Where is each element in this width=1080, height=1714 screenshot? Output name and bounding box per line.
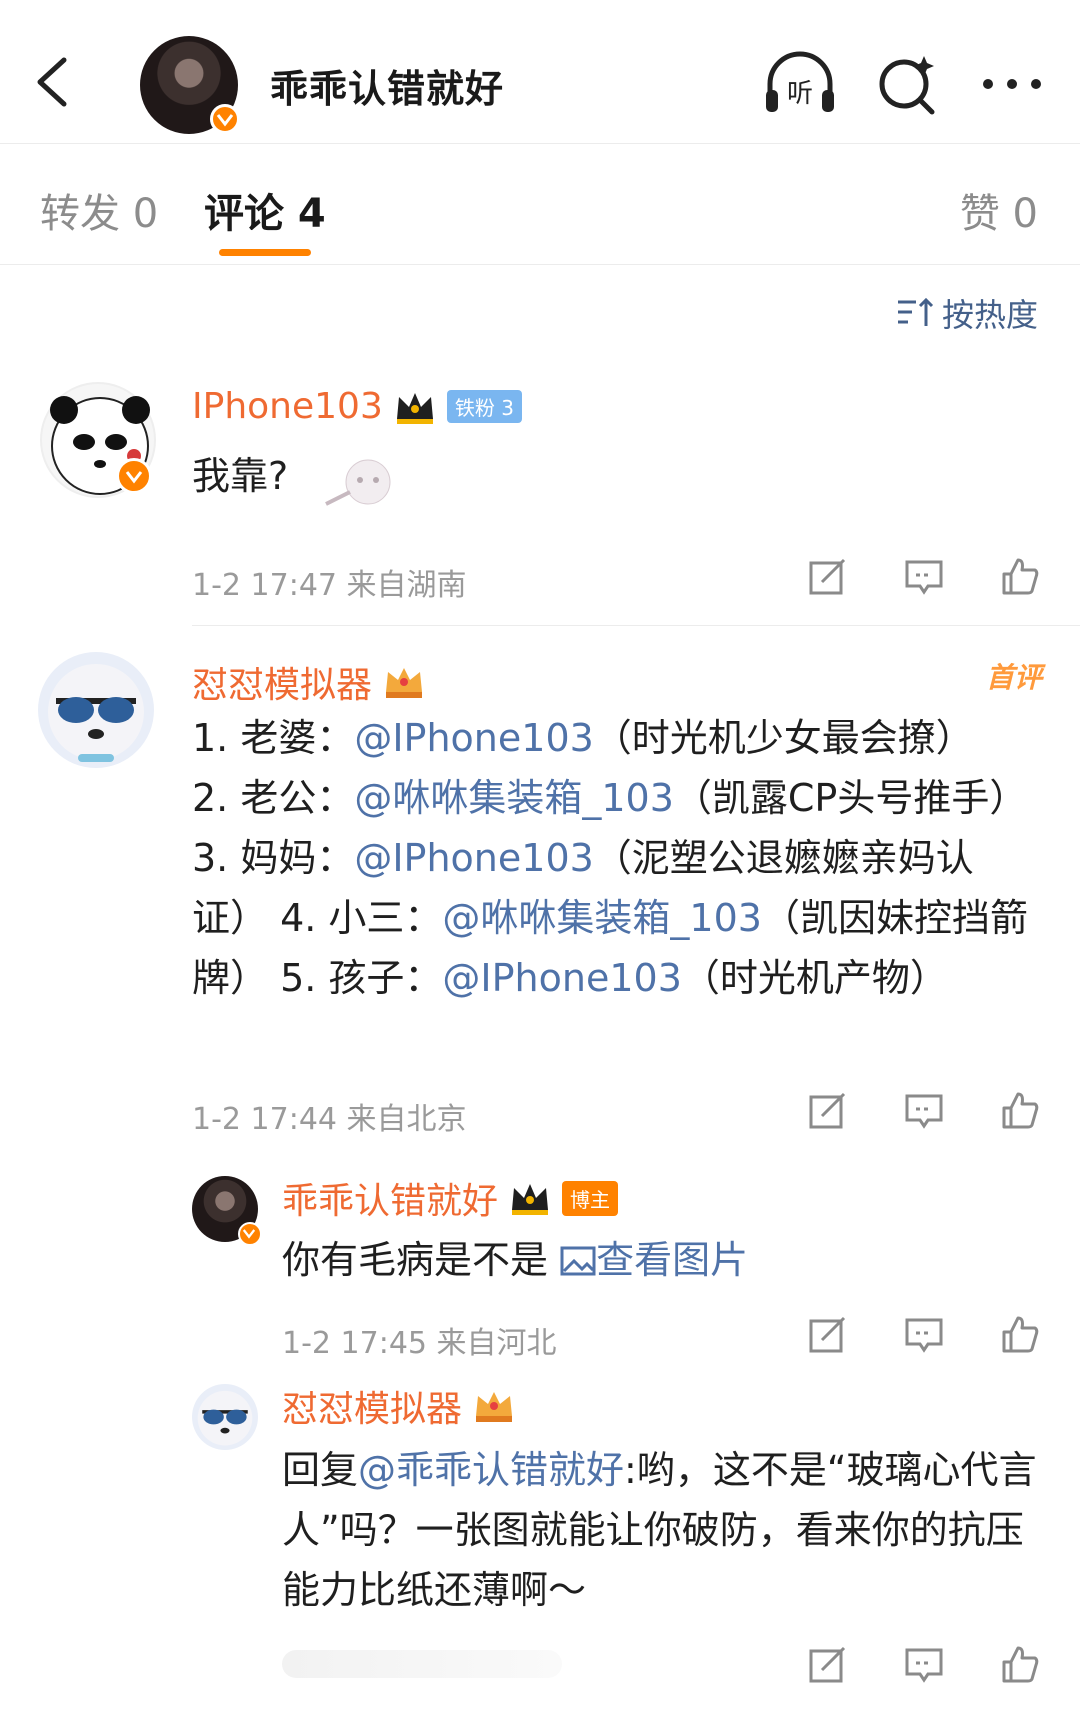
verified-icon xyxy=(210,104,240,134)
share-icon[interactable] xyxy=(808,1644,848,1684)
reply-actions xyxy=(808,1644,1040,1684)
svg-text:听: 听 xyxy=(787,79,813,109)
verified-icon xyxy=(116,458,152,494)
mention-link[interactable]: @咻咻集装箱_103 xyxy=(354,776,674,820)
reply-username[interactable]: 乖乖认错就好 博主 xyxy=(282,1172,619,1224)
host-badge: 博主 xyxy=(562,1180,619,1216)
view-image-link[interactable]: 查看图片 xyxy=(560,1238,748,1282)
comment-username[interactable]: 怼怼模拟器 xyxy=(192,656,426,708)
reply-text: 回复@乖乖认错就好:哟，这不是“玻璃心代言人”吗？一张图就能让你破防，看来你的抗… xyxy=(282,1448,1037,1612)
tab-like[interactable]: 赞 0 xyxy=(960,181,1038,239)
comment-icon[interactable] xyxy=(904,1314,944,1354)
comment-text: 1. 老婆：@IPhone103（时光机少女最会撩） 2. 老公：@咻咻集装箱_… xyxy=(192,716,1028,1000)
fan-level-badge: 铁粉 3 xyxy=(446,390,522,423)
mention-link[interactable]: @IPhone103 xyxy=(354,836,593,880)
tab-comment[interactable]: 评论 4 xyxy=(204,181,326,239)
reply-text: 你有毛病是不是 查看图片 xyxy=(282,1238,749,1282)
verified-icon xyxy=(238,1222,262,1246)
reply-username[interactable]: 怼怼模拟器 xyxy=(282,1380,516,1432)
top-bar: 乖乖认错就好 听 xyxy=(0,0,1080,144)
tab-active-indicator xyxy=(219,249,311,256)
mention-link[interactable]: @咻咻集装箱_103 xyxy=(442,896,762,940)
back-icon[interactable] xyxy=(28,52,76,112)
first-comment-tag: 首评 xyxy=(985,661,1042,694)
author-avatar[interactable] xyxy=(140,36,240,134)
avatar[interactable] xyxy=(40,382,156,498)
comment-meta: 1-2 17:47 来自湖南 xyxy=(192,568,467,603)
comment-actions xyxy=(808,556,1040,596)
sort-label: 按热度 xyxy=(941,296,1038,334)
comment-text: 我靠? xyxy=(192,454,289,498)
crown-icon xyxy=(396,392,433,424)
tab-repost[interactable]: 转发 0 xyxy=(40,181,158,239)
cool-bear-avatar-icon xyxy=(197,1390,253,1446)
avatar[interactable] xyxy=(192,1384,258,1450)
share-icon[interactable] xyxy=(808,556,848,596)
sticker-icon xyxy=(325,459,391,506)
image-icon xyxy=(560,1246,596,1276)
comment-icon[interactable] xyxy=(904,556,944,596)
mention-link[interactable]: @IPhone103 xyxy=(442,956,681,1000)
sort-icon xyxy=(897,297,934,326)
reply-actions xyxy=(808,1314,1040,1354)
like-icon[interactable] xyxy=(1000,1644,1040,1684)
avatar[interactable] xyxy=(192,1176,262,1246)
divider xyxy=(192,625,1080,626)
reply-meta: 1-2 17:45 来自河北 xyxy=(282,1326,557,1361)
share-icon[interactable] xyxy=(808,1314,848,1354)
comment-icon[interactable] xyxy=(904,1090,944,1130)
like-icon[interactable] xyxy=(1000,1090,1040,1130)
mention-link[interactable]: @乖乖认错就好 xyxy=(358,1448,624,1492)
listen-icon[interactable]: 听 xyxy=(762,50,838,116)
page-title[interactable]: 乖乖认错就好 xyxy=(270,58,504,113)
comment-meta: 1-2 17:44 来自北京 xyxy=(192,1102,467,1137)
tab-bar: 转发 0 评论 4 赞 0 xyxy=(0,145,1080,265)
share-icon[interactable] xyxy=(808,1090,848,1130)
blurred-meta xyxy=(282,1650,562,1678)
like-icon[interactable] xyxy=(1000,1314,1040,1354)
crown-icon xyxy=(386,668,423,698)
sort-toggle[interactable]: 按热度 xyxy=(896,290,1038,336)
more-icon[interactable] xyxy=(974,50,1050,116)
comment-actions xyxy=(808,1090,1040,1130)
crown-icon xyxy=(476,1392,513,1422)
comment-username[interactable]: IPhone103 铁粉 3 xyxy=(192,386,522,427)
cool-bear-avatar-icon xyxy=(48,664,144,762)
crown-icon xyxy=(512,1184,549,1215)
search-icon[interactable] xyxy=(870,50,946,116)
comment-icon[interactable] xyxy=(904,1644,944,1684)
mention-link[interactable]: @IPhone103 xyxy=(354,716,593,760)
avatar[interactable] xyxy=(38,652,154,768)
like-icon[interactable] xyxy=(1000,556,1040,596)
